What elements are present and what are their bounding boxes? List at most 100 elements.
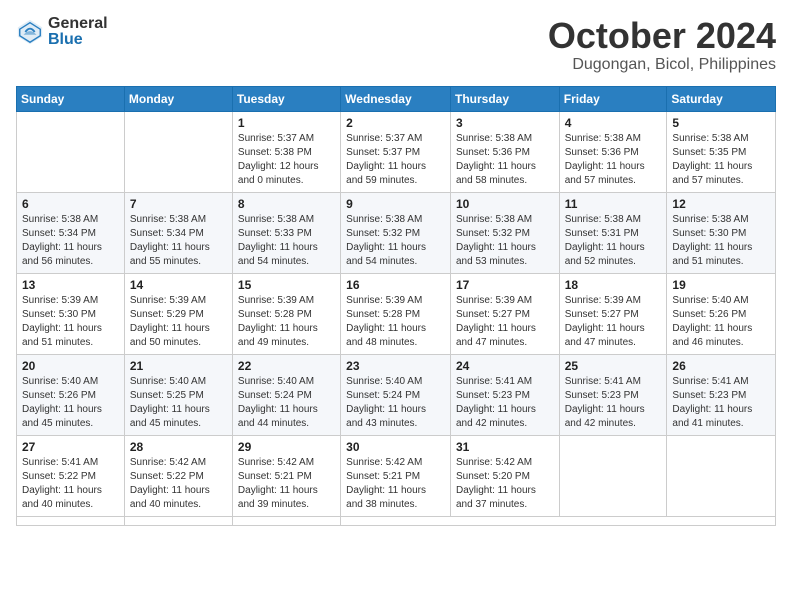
day-content: Sunrise: 5:38 AMSunset: 5:32 PMDaylight:…: [346, 213, 445, 269]
day-number: 16: [346, 278, 445, 292]
header: General Blue October 2024 Dugongan, Bico…: [16, 16, 776, 74]
table-row: 26 Sunrise: 5:41 AMSunset: 5:23 PMDayligh…: [667, 354, 776, 435]
day-number: 20: [22, 359, 119, 373]
location: Dugongan, Bicol, Philippines: [548, 56, 776, 74]
day-content: Sunrise: 5:39 AMSunset: 5:29 PMDaylight:…: [130, 294, 227, 350]
table-row: [17, 111, 125, 192]
day-number: 24: [456, 359, 554, 373]
table-row: 11 Sunrise: 5:38 AMSunset: 5:31 PMDayligh…: [559, 192, 667, 273]
day-number: 19: [672, 278, 770, 292]
col-saturday: Saturday: [667, 86, 776, 111]
table-row: 6 Sunrise: 5:38 AMSunset: 5:34 PMDaylight…: [17, 192, 125, 273]
day-number: 8: [238, 197, 335, 211]
table-row: 20 Sunrise: 5:40 AMSunset: 5:26 PMDayligh…: [17, 354, 125, 435]
day-number: 6: [22, 197, 119, 211]
day-content: Sunrise: 5:39 AMSunset: 5:27 PMDaylight:…: [565, 294, 662, 350]
day-content: Sunrise: 5:40 AMSunset: 5:26 PMDaylight:…: [22, 375, 119, 431]
day-content: Sunrise: 5:40 AMSunset: 5:24 PMDaylight:…: [346, 375, 445, 431]
day-number: 14: [130, 278, 227, 292]
day-number: 13: [22, 278, 119, 292]
table-row: 21 Sunrise: 5:40 AMSunset: 5:25 PMDayligh…: [124, 354, 232, 435]
day-number: 28: [130, 440, 227, 454]
calendar-header-row: Sunday Monday Tuesday Wednesday Thursday…: [17, 86, 776, 111]
table-row: [232, 516, 340, 525]
col-tuesday: Tuesday: [232, 86, 340, 111]
table-row: 16Sunrise: 5:39 AMSunset: 5:28 PMDayligh…: [341, 273, 451, 354]
table-row: 28 Sunrise: 5:42 AMSunset: 5:22 PMDayligh…: [124, 435, 232, 516]
day-content: Sunrise: 5:42 AMSunset: 5:21 PMDaylight:…: [238, 456, 335, 512]
table-row: 17 Sunrise: 5:39 AMSunset: 5:27 PMDayligh…: [450, 273, 559, 354]
day-number: 1: [238, 116, 335, 130]
day-number: 18: [565, 278, 662, 292]
day-number: 5: [672, 116, 770, 130]
day-content: Sunrise: 5:41 AMSunset: 5:23 PMDaylight:…: [565, 375, 662, 431]
day-content: Sunrise: 5:39 AMSunset: 5:28 PMDaylight:…: [238, 294, 335, 350]
logo: General Blue: [16, 16, 108, 48]
logo-blue: Blue: [48, 32, 108, 48]
table-row: 7 Sunrise: 5:38 AMSunset: 5:34 PMDaylight…: [124, 192, 232, 273]
day-content: Sunrise: 5:38 AMSunset: 5:30 PMDaylight:…: [672, 213, 770, 269]
day-number: 2: [346, 116, 445, 130]
day-content: Sunrise: 5:38 AMSunset: 5:31 PMDaylight:…: [565, 213, 662, 269]
table-row: [17, 516, 125, 525]
day-content: Sunrise: 5:37 AMSunset: 5:38 PMDaylight:…: [238, 132, 335, 188]
day-number: 29: [238, 440, 335, 454]
table-row: [559, 435, 667, 516]
table-row: 31Sunrise: 5:42 AMSunset: 5:20 PMDayligh…: [450, 435, 559, 516]
day-content: Sunrise: 5:38 AMSunset: 5:34 PMDaylight:…: [130, 213, 227, 269]
table-row: [667, 435, 776, 516]
table-row: 13Sunrise: 5:39 AMSunset: 5:30 PMDayligh…: [17, 273, 125, 354]
table-row: 12 Sunrise: 5:38 AMSunset: 5:30 PMDayligh…: [667, 192, 776, 273]
table-row: 4Sunrise: 5:38 AMSunset: 5:36 PMDaylight…: [559, 111, 667, 192]
day-number: 17: [456, 278, 554, 292]
day-number: 3: [456, 116, 554, 130]
table-row: 22Sunrise: 5:40 AMSunset: 5:24 PMDayligh…: [232, 354, 340, 435]
table-row: 29 Sunrise: 5:42 AMSunset: 5:21 PMDayligh…: [232, 435, 340, 516]
table-row: 18 Sunrise: 5:39 AMSunset: 5:27 PMDayligh…: [559, 273, 667, 354]
table-row: 24 Sunrise: 5:41 AMSunset: 5:23 PMDayligh…: [450, 354, 559, 435]
day-content: Sunrise: 5:38 AMSunset: 5:32 PMDaylight:…: [456, 213, 554, 269]
table-row: 5Sunrise: 5:38 AMSunset: 5:35 PMDaylight…: [667, 111, 776, 192]
day-content: Sunrise: 5:42 AMSunset: 5:22 PMDaylight:…: [130, 456, 227, 512]
day-content: Sunrise: 5:42 AMSunset: 5:21 PMDaylight:…: [346, 456, 445, 512]
day-number: 27: [22, 440, 119, 454]
day-number: 11: [565, 197, 662, 211]
table-row: 1 Sunrise: 5:37 AMSunset: 5:38 PMDaylight…: [232, 111, 340, 192]
day-content: Sunrise: 5:40 AMSunset: 5:25 PMDaylight:…: [130, 375, 227, 431]
day-number: 25: [565, 359, 662, 373]
day-content: Sunrise: 5:40 AMSunset: 5:26 PMDaylight:…: [672, 294, 770, 350]
col-friday: Friday: [559, 86, 667, 111]
day-number: 15: [238, 278, 335, 292]
col-monday: Monday: [124, 86, 232, 111]
logo-text: General Blue: [48, 16, 108, 48]
day-content: Sunrise: 5:38 AMSunset: 5:36 PMDaylight:…: [456, 132, 554, 188]
day-number: 10: [456, 197, 554, 211]
table-row: 10 Sunrise: 5:38 AMSunset: 5:32 PMDayligh…: [450, 192, 559, 273]
day-number: 21: [130, 359, 227, 373]
day-number: 31: [456, 440, 554, 454]
day-number: 7: [130, 197, 227, 211]
day-number: 12: [672, 197, 770, 211]
table-row: 8Sunrise: 5:38 AMSunset: 5:33 PMDaylight…: [232, 192, 340, 273]
table-row: 9Sunrise: 5:38 AMSunset: 5:32 PMDaylight…: [341, 192, 451, 273]
day-content: Sunrise: 5:41 AMSunset: 5:23 PMDaylight:…: [456, 375, 554, 431]
day-number: 22: [238, 359, 335, 373]
day-content: Sunrise: 5:38 AMSunset: 5:34 PMDaylight:…: [22, 213, 119, 269]
table-row: 15 Sunrise: 5:39 AMSunset: 5:28 PMDayligh…: [232, 273, 340, 354]
table-row: 25 Sunrise: 5:41 AMSunset: 5:23 PMDayligh…: [559, 354, 667, 435]
page-container: General Blue October 2024 Dugongan, Bico…: [0, 0, 792, 536]
day-number: 26: [672, 359, 770, 373]
day-number: 4: [565, 116, 662, 130]
table-row: [124, 516, 232, 525]
table-row: 23Sunrise: 5:40 AMSunset: 5:24 PMDayligh…: [341, 354, 451, 435]
day-number: 30: [346, 440, 445, 454]
table-row: 2Sunrise: 5:37 AMSunset: 5:37 PMDaylight…: [341, 111, 451, 192]
col-wednesday: Wednesday: [341, 86, 451, 111]
table-row: 14 Sunrise: 5:39 AMSunset: 5:29 PMDayligh…: [124, 273, 232, 354]
logo-general: General: [48, 16, 108, 32]
day-content: Sunrise: 5:41 AMSunset: 5:23 PMDaylight:…: [672, 375, 770, 431]
day-content: Sunrise: 5:39 AMSunset: 5:27 PMDaylight:…: [456, 294, 554, 350]
day-content: Sunrise: 5:41 AMSunset: 5:22 PMDaylight:…: [22, 456, 119, 512]
calendar: Sunday Monday Tuesday Wednesday Thursday…: [16, 86, 776, 526]
month-title: October 2024: [548, 16, 776, 56]
